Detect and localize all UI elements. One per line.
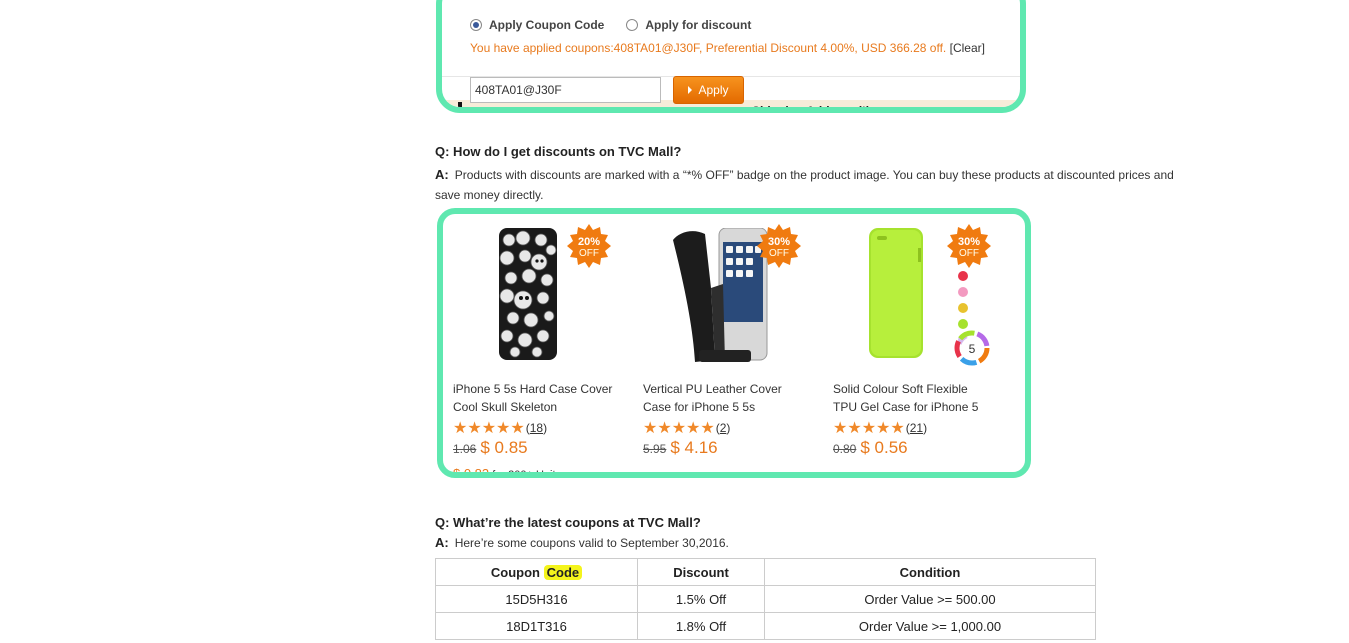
clear-coupon-link[interactable]: [Clear]	[950, 41, 985, 55]
star-rating-icon: ★★★★★	[453, 420, 525, 437]
coupon-code-cell: 15D5H316	[435, 585, 638, 613]
answer-prefix: A:	[435, 167, 449, 182]
sale-price: $ 0.56	[860, 438, 908, 457]
original-price: 1.06	[453, 442, 477, 456]
review-count-link[interactable]: 18	[530, 421, 543, 435]
faq-latest-coupons: Q: What’re the latest coupons at TVC Mal…	[435, 515, 1175, 553]
apply-coupon-button[interactable]: Apply	[673, 76, 744, 104]
product-price: 5.95 $ 4.16	[643, 438, 718, 458]
product-name[interactable]: Solid Colour Soft Flexible TPU Gel Case …	[833, 380, 993, 416]
product-name[interactable]: iPhone 5 5s Hard Case Cover Cool Skull S…	[453, 380, 613, 416]
faq-answer-text: Here’re some coupons valid to September …	[454, 536, 729, 550]
condition-header: Condition	[764, 558, 1096, 586]
product-price: 0.80 $ 0.56	[833, 438, 908, 458]
reviews-close: )	[726, 421, 731, 435]
condition-cell: Order Value >= 500.00	[764, 585, 1096, 613]
coupon-mode-options: Apply Coupon Code Apply for discount	[470, 18, 773, 32]
faq-question: Q: What’re the latest coupons at TVC Mal…	[435, 515, 701, 530]
apply-coupon-code-option[interactable]: Apply Coupon Code	[470, 18, 604, 32]
badge-percent: 30%	[957, 236, 981, 248]
faq-answer-text: Products with discounts are marked with …	[435, 168, 1174, 202]
coupon-code-header: Coupon Code	[435, 558, 638, 586]
product-price: 1.06 $ 0.85	[453, 438, 528, 458]
faq-question: Q: How do I get discounts on TVC Mall?	[435, 144, 682, 159]
radio-unchecked-icon[interactable]	[626, 19, 639, 31]
apply-coupon-code-label: Apply Coupon Code	[489, 18, 605, 32]
star-rating-icon: ★★★★★	[833, 420, 905, 437]
shipping-address-heading: Shipping Address (*)	[752, 104, 871, 113]
badge-percent: 20%	[577, 236, 601, 248]
sale-price: $ 4.16	[670, 438, 718, 457]
coupon-code-input[interactable]	[470, 77, 661, 103]
discount-cell: 1.5% Off	[637, 585, 765, 613]
discount-badge: 30% OFF	[757, 224, 801, 268]
header-coupon: Coupon	[490, 564, 540, 580]
applied-coupon-text: You have applied coupons:408TA01@J30F, P…	[470, 41, 947, 55]
coupon-table: Coupon Code Discount Condition 15D5H316 …	[435, 558, 1096, 640]
discount-badge: 20% OFF	[567, 224, 611, 268]
apply-button-label: Apply	[698, 83, 729, 97]
color-count: 5	[968, 342, 976, 356]
apply-for-discount-option[interactable]: Apply for discount	[626, 18, 751, 32]
applied-coupon-message: You have applied coupons:408TA01@J30F, P…	[470, 41, 985, 55]
condition-cell: Order Value >= 1,000.00	[764, 612, 1096, 640]
faq-discounts: Q: How do I get discounts on TVC Mall? A…	[435, 144, 1175, 205]
star-rating-icon: ★★★★★	[643, 420, 715, 437]
product-card[interactable]: 5 30% OFF Solid Colour Soft Flexible TPU…	[823, 214, 1003, 472]
bulk-price-text: for 200+ Units	[492, 469, 562, 478]
discounted-products-panel: 20% OFF iPhone 5 5s Hard Case Cover Cool…	[437, 208, 1031, 478]
original-price: 0.80	[833, 442, 857, 456]
badge-percent: 30%	[767, 236, 791, 248]
answer-prefix: A:	[435, 535, 449, 550]
faq-answer: A: Products with discounts are marked wit…	[435, 165, 1175, 205]
play-arrow-icon	[688, 86, 693, 94]
bulk-price-value: $ 0.83	[453, 466, 490, 478]
reviews-close: )	[923, 421, 928, 435]
badge-off: OFF	[579, 248, 599, 259]
discount-cell: 1.8% Off	[637, 612, 765, 640]
reviews-close: )	[543, 421, 548, 435]
coupon-code-cell: 18D1T316	[435, 612, 638, 640]
header-code-highlight: Code	[543, 564, 583, 580]
review-count-link[interactable]: 21	[910, 421, 923, 435]
product-rating: ★★★★★ (18)	[453, 418, 547, 438]
product-name[interactable]: Vertical PU Leather Cover Case for iPhon…	[643, 380, 803, 416]
radio-checked-icon[interactable]	[470, 19, 482, 31]
discount-badge: 30% OFF	[947, 224, 991, 268]
table-row: 18D1T316 1.8% Off Order Value >= 1,000.0…	[435, 612, 1096, 640]
faq-answer: A: Here’re some coupons valid to Septembe…	[435, 533, 1175, 553]
bulk-price: $ 0.83 for 200+ Units	[453, 466, 562, 478]
apply-for-discount-label: Apply for discount	[645, 18, 752, 32]
table-row: 15D5H316 1.5% Off Order Value >= 500.00	[435, 585, 1096, 613]
product-card[interactable]: 30% OFF Vertical PU Leather Cover Case f…	[633, 214, 813, 472]
badge-off: OFF	[769, 248, 789, 259]
original-price: 5.95	[643, 442, 667, 456]
badge-off: OFF	[959, 248, 979, 259]
sale-price: $ 0.85	[480, 438, 528, 457]
coupon-panel: Apply Coupon Code Apply for discount You…	[436, 0, 1026, 113]
product-rating: ★★★★★ (2)	[643, 418, 730, 438]
review-count-link[interactable]: 2	[720, 421, 727, 435]
product-card[interactable]: 20% OFF iPhone 5 5s Hard Case Cover Cool…	[443, 214, 623, 478]
table-header-row: Coupon Code Discount Condition	[435, 558, 1096, 586]
discount-header: Discount	[637, 558, 765, 586]
product-rating: ★★★★★ (21)	[833, 418, 927, 438]
section-marker	[458, 102, 462, 107]
